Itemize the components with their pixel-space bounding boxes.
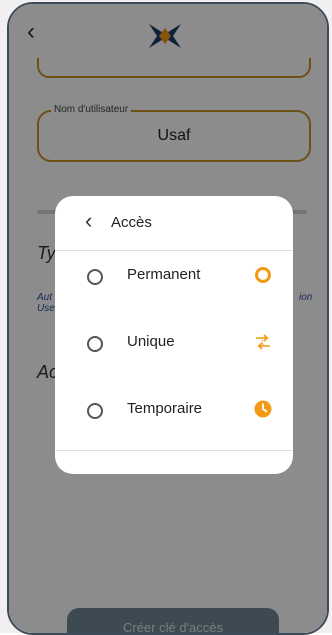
modal-header: ‹ Accès xyxy=(55,196,293,251)
access-modal: ‹ Accès Permanent Unique 1 Temporaire xyxy=(55,196,293,474)
radio-permanent[interactable] xyxy=(87,269,103,285)
option-temporaire[interactable]: Temporaire xyxy=(55,392,293,432)
single-use-icon: 1 xyxy=(256,334,270,350)
option-permanent[interactable]: Permanent xyxy=(55,258,293,298)
radio-unique[interactable] xyxy=(87,336,103,352)
option-temporaire-label: Temporaire xyxy=(127,400,203,417)
ring-icon xyxy=(255,267,271,283)
modal-footer-divider xyxy=(55,450,293,451)
modal-back-chevron-left-icon[interactable]: ‹ xyxy=(85,210,92,232)
option-unique[interactable]: Unique 1 xyxy=(55,325,293,365)
clock-icon xyxy=(254,400,272,418)
option-permanent-label: Permanent xyxy=(127,266,201,283)
screen-frame: ‹ Nom d'utilisateur Usaf Ty Aut Use ion … xyxy=(0,0,332,635)
phone-screen: ‹ Nom d'utilisateur Usaf Ty Aut Use ion … xyxy=(7,2,329,635)
modal-title: Accès xyxy=(111,214,152,231)
radio-temporaire[interactable] xyxy=(87,403,103,419)
option-unique-label: Unique xyxy=(127,333,175,350)
